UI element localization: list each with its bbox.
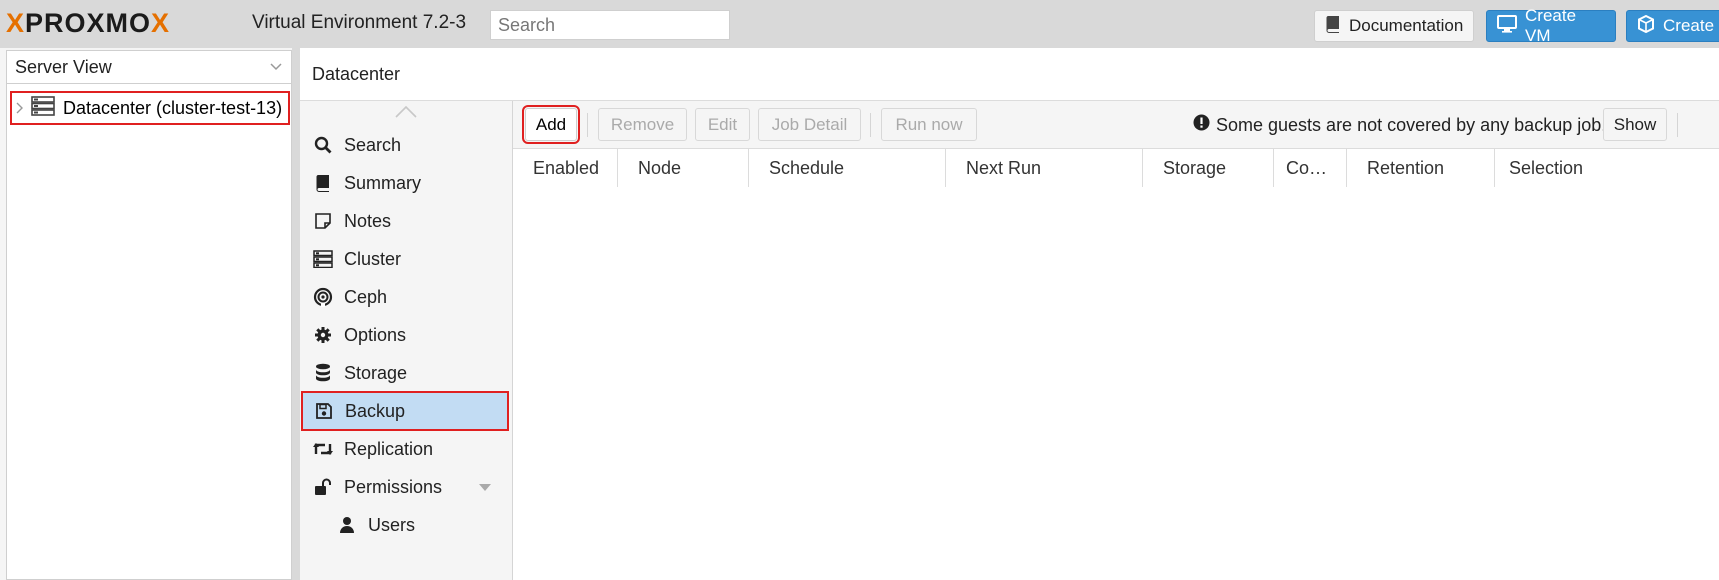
nav-item-label: Notes — [344, 210, 392, 231]
header-search-input[interactable] — [490, 10, 730, 40]
toolbar-separator — [870, 113, 871, 137]
documentation-label: Documentation — [1349, 16, 1464, 35]
book-icon — [312, 174, 334, 192]
run-now-button[interactable]: Run now — [881, 108, 977, 141]
remove-button[interactable]: Remove — [598, 108, 687, 141]
add-button[interactable]: Add — [522, 105, 580, 144]
nav-item-replication[interactable]: Replication — [300, 429, 512, 469]
nav-item-label: Summary — [344, 172, 422, 193]
nav-item-label: Users — [368, 514, 416, 535]
backup-notice: Some guests are not covered by any backu… — [1193, 114, 1606, 136]
retweet-icon — [312, 441, 334, 457]
note-icon — [312, 212, 334, 230]
expand-arrow-icon[interactable] — [15, 98, 23, 119]
column-header-compression[interactable]: Co… — [1274, 149, 1347, 187]
logo-x-left: X — [6, 7, 26, 38]
ceph-icon — [312, 287, 334, 307]
column-header-node[interactable]: Node — [618, 149, 749, 187]
user-icon — [336, 516, 358, 534]
gear-icon — [312, 326, 334, 344]
proxmox-logo[interactable]: XPROXMOX — [6, 5, 170, 41]
nav-item-permissions[interactable]: Permissions — [300, 467, 512, 507]
server-icon — [31, 95, 55, 121]
create-vm-label: Create VM — [1525, 6, 1577, 45]
database-icon — [312, 363, 334, 383]
caret-down-icon[interactable] — [478, 480, 492, 495]
toolbar-separator — [587, 113, 588, 137]
main-panel: Datacenter Search Summary Notes Cluster … — [300, 48, 1719, 580]
column-header-storage[interactable]: Storage — [1143, 149, 1274, 187]
desktop-icon — [1497, 14, 1517, 38]
logo-text: PROXMO — [25, 7, 152, 38]
column-header-retention[interactable]: Retention — [1347, 149, 1495, 187]
top-header: XPROXMOX Virtual Environment 7.2-3 Docum… — [0, 0, 1719, 48]
exclamation-circle-icon — [1193, 114, 1210, 136]
server-view-select[interactable]: Server View — [7, 51, 291, 84]
nav-item-ceph[interactable]: Ceph — [300, 277, 512, 317]
tree-item-label: Datacenter (cluster-test-13) — [63, 97, 283, 118]
nav-item-label: Ceph — [344, 286, 388, 307]
column-header-enabled[interactable]: Enabled — [513, 149, 618, 187]
documentation-button[interactable]: Documentation — [1314, 10, 1474, 42]
panel-divider[interactable] — [292, 48, 300, 580]
job-detail-button[interactable]: Job Detail — [758, 108, 861, 141]
nav-item-search[interactable]: Search — [300, 125, 512, 165]
unlock-icon — [312, 478, 334, 496]
toolbar-separator — [1677, 113, 1678, 137]
nav-item-label: Options — [344, 324, 407, 345]
backup-grid-header: Enabled Node Schedule Next Run Storage C… — [513, 149, 1719, 187]
datacenter-nav: Search Summary Notes Cluster Ceph Option… — [300, 101, 513, 580]
edit-button[interactable]: Edit — [695, 108, 750, 141]
nav-item-users[interactable]: Users — [300, 505, 512, 545]
nav-item-cluster[interactable]: Cluster — [300, 239, 512, 279]
app-title: Virtual Environment 7.2-3 — [252, 12, 467, 33]
nav-item-backup[interactable]: Backup — [301, 391, 509, 431]
nav-item-label: Replication — [344, 438, 434, 459]
cube-icon — [1637, 14, 1655, 38]
backup-toolbar: Add Remove Edit Job Detail Run now Some … — [513, 101, 1719, 149]
floppy-icon — [313, 402, 335, 420]
server-view-label: Server View — [15, 56, 112, 77]
nav-item-label: Storage — [344, 362, 408, 383]
backup-content: Add Remove Edit Job Detail Run now Some … — [513, 101, 1719, 580]
search-icon — [312, 136, 334, 154]
create-ct-label: Create C — [1663, 16, 1719, 35]
book-icon — [1325, 15, 1341, 38]
chevron-down-icon — [269, 57, 283, 78]
create-ct-button[interactable]: Create C — [1626, 10, 1719, 42]
tree-item-datacenter[interactable]: Datacenter (cluster-test-13) — [10, 91, 290, 125]
nav-item-storage[interactable]: Storage — [300, 353, 512, 393]
resource-tree-panel: Server View Datacenter (cluster-test-13) — [6, 50, 292, 580]
panel-title: Datacenter — [300, 48, 1719, 101]
show-button[interactable]: Show — [1603, 108, 1667, 141]
column-header-next-run[interactable]: Next Run — [946, 149, 1143, 187]
notice-text: Some guests are not covered by any backu… — [1216, 114, 1607, 135]
nav-item-options[interactable]: Options — [300, 315, 512, 355]
nav-item-summary[interactable]: Summary — [300, 163, 512, 203]
scroll-up-icon[interactable] — [395, 105, 417, 121]
nav-item-label: Search — [344, 134, 402, 155]
logo-x-right: X — [151, 7, 171, 38]
create-vm-button[interactable]: Create VM — [1486, 6, 1616, 45]
server-icon — [312, 250, 334, 268]
column-header-schedule[interactable]: Schedule — [749, 149, 946, 187]
column-header-selection[interactable]: Selection — [1495, 149, 1719, 187]
nav-item-label: Permissions — [344, 476, 443, 497]
nav-item-label: Cluster — [344, 248, 402, 269]
nav-item-notes[interactable]: Notes — [300, 201, 512, 241]
nav-item-label: Backup — [345, 400, 406, 421]
